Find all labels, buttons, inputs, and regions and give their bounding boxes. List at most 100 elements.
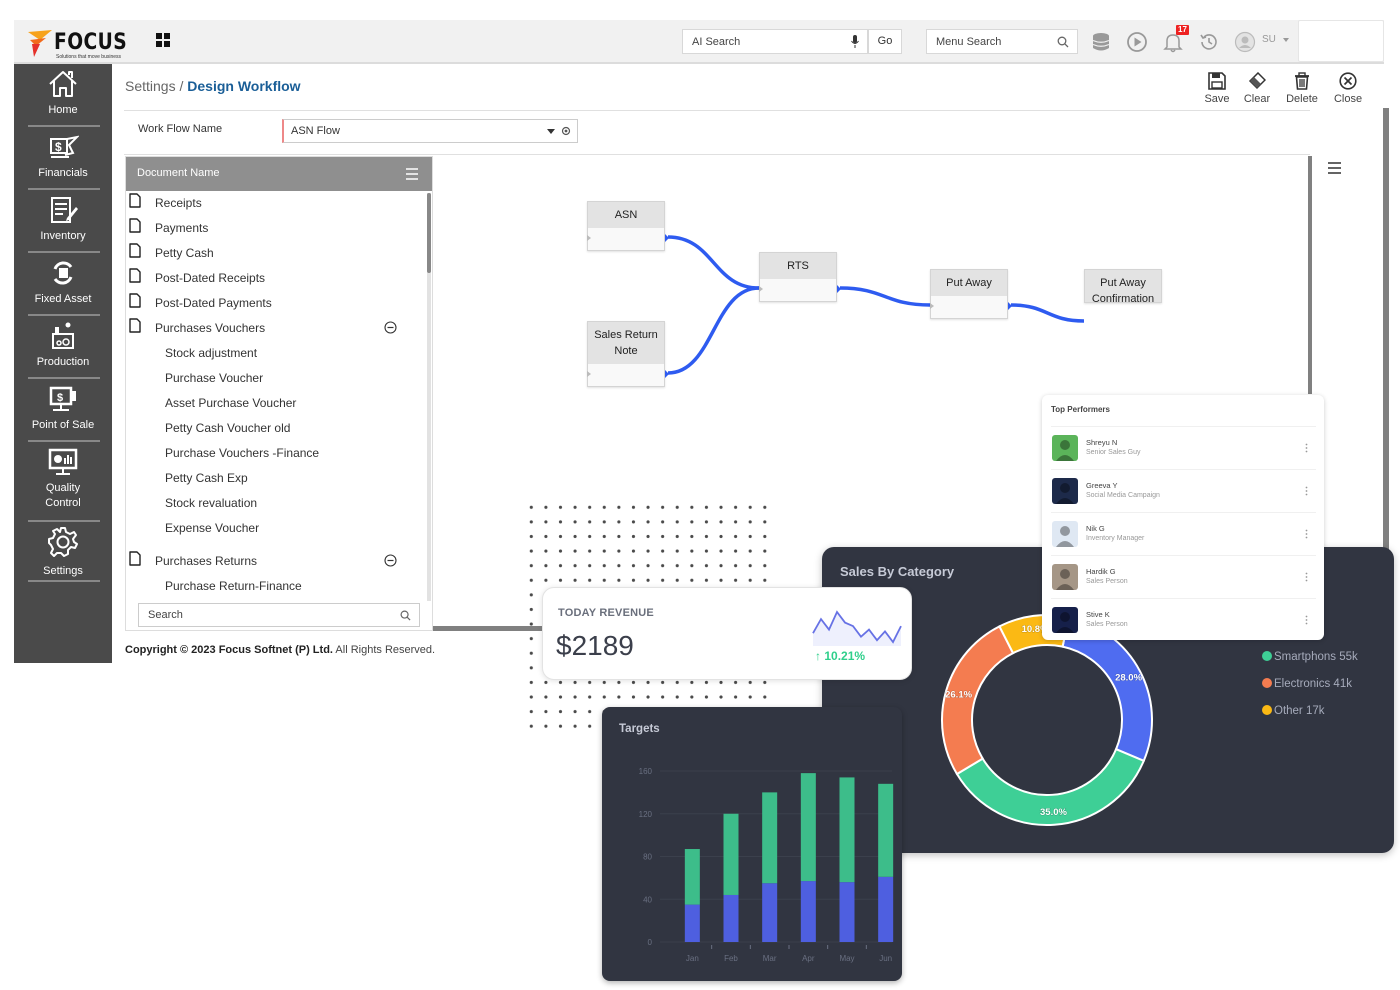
bar-mar-series-0[interactable] (762, 883, 778, 942)
input-port[interactable] (759, 286, 763, 292)
document-item[interactable]: Post-Dated Payments (126, 293, 416, 315)
output-port[interactable] (665, 234, 669, 242)
input-port[interactable] (930, 303, 934, 309)
close-button[interactable]: Close (1328, 72, 1368, 105)
canvas-vertical-scrollbar[interactable] (1308, 156, 1312, 394)
ai-search-input[interactable] (683, 30, 833, 53)
delete-button[interactable]: Delete (1282, 72, 1322, 105)
document-search-input[interactable] (139, 604, 379, 626)
workflow-edge-putaway-pac[interactable] (1010, 303, 1085, 323)
sidebar-item-point-of-sale[interactable]: $ Point of Sale (14, 379, 112, 442)
search-icon[interactable] (400, 610, 411, 621)
history-icon[interactable] (1198, 31, 1220, 53)
document-item[interactable]: Purchases Vouchers (126, 318, 416, 340)
output-port[interactable] (837, 285, 841, 293)
performer-row[interactable]: Hardik G Sales Person (1051, 555, 1316, 598)
bar-jun-series-1[interactable] (878, 783, 894, 877)
database-icon[interactable] (1090, 31, 1112, 53)
document-item[interactable]: Stock adjustment (126, 343, 416, 365)
document-item[interactable]: Petty Cash Exp (126, 468, 416, 490)
sidebar-item-inventory[interactable]: Inventory (14, 190, 112, 253)
workflow-edge-srn-rts[interactable] (667, 286, 760, 375)
save-button[interactable]: Save (1197, 72, 1237, 105)
workflow-node-putaway[interactable]: Put Away (930, 269, 1012, 319)
legend-item-smartphons[interactable]: Smartphons 55k (1262, 651, 1358, 663)
apps-grid-icon[interactable] (156, 33, 170, 47)
page-vertical-scrollbar[interactable] (1383, 108, 1389, 598)
bar-may-series-1[interactable] (839, 777, 855, 883)
performer-row[interactable]: Nik G Inventory Manager (1051, 512, 1316, 555)
workflow-edge-asn-rts[interactable] (667, 235, 760, 290)
document-item[interactable]: Petty Cash (126, 243, 416, 265)
performer-row[interactable]: Greeva Y Social Media Campaign (1051, 469, 1316, 512)
menu-search-input[interactable] (927, 30, 1077, 53)
focus-logo[interactable]: FOCUS Solutions that move business (26, 26, 127, 62)
document-item[interactable]: Payments (126, 218, 416, 240)
microphone-icon[interactable] (851, 35, 859, 49)
bar-feb-series-1[interactable] (723, 813, 739, 895)
ai-search-go-button[interactable]: Go (868, 29, 902, 54)
bar-mar-series-1[interactable] (762, 792, 778, 884)
chevron-down-icon[interactable] (547, 129, 555, 134)
user-avatar-icon[interactable] (1234, 31, 1256, 53)
bar-feb-series-0[interactable] (723, 894, 739, 942)
input-port[interactable] (587, 235, 591, 241)
breadcrumb-root[interactable]: Settings / (125, 78, 183, 94)
bar-jan-series-0[interactable] (684, 904, 700, 942)
legend-item-electronics[interactable]: Electronics 41k (1262, 678, 1352, 690)
more-options-icon[interactable] (1305, 529, 1308, 539)
document-item[interactable]: Purchases Returns (126, 551, 416, 573)
workflow-edge-rts-putaway[interactable] (839, 286, 931, 307)
ai-search-field[interactable] (682, 29, 868, 54)
bar-jan-series-1[interactable] (684, 849, 700, 905)
document-item[interactable]: Stock revaluation (126, 493, 416, 515)
performer-row[interactable]: Shreyu N Senior Sales Guy (1051, 426, 1316, 469)
more-options-icon[interactable] (1305, 615, 1308, 625)
play-circle-icon[interactable] (1126, 31, 1148, 53)
more-options-icon[interactable] (1305, 486, 1308, 496)
scrollbar-thumb[interactable] (427, 193, 431, 273)
document-search-field[interactable] (138, 603, 420, 627)
workflow-node-pac[interactable]: Put Away Confirmation (1084, 269, 1162, 303)
hamburger-menu-icon[interactable] (406, 168, 418, 180)
bar-may-series-0[interactable] (839, 882, 855, 942)
sidebar-item-financials[interactable]: $ Financials (14, 127, 112, 190)
collapse-icon[interactable] (384, 321, 397, 334)
output-port[interactable] (665, 370, 669, 378)
legend-item-other[interactable]: Other 17k (1262, 705, 1325, 717)
sidebar-item-quality-control[interactable]: Quality Control (14, 442, 112, 522)
bar-jun-series-0[interactable] (878, 876, 894, 942)
clear-button[interactable]: Clear (1237, 72, 1277, 105)
output-port[interactable] (1008, 302, 1012, 310)
workflow-node-srn[interactable]: Sales Return Note (587, 321, 669, 387)
bar-apr-series-0[interactable] (800, 881, 816, 942)
menu-search-field[interactable] (926, 29, 1078, 54)
hamburger-menu-icon[interactable] (1328, 162, 1341, 174)
performer-row[interactable]: Stive K Sales Person (1051, 598, 1316, 641)
document-item[interactable]: Post-Dated Receipts (126, 268, 416, 290)
document-item[interactable]: Purchase Voucher (126, 368, 416, 390)
document-item[interactable]: Receipts (126, 193, 416, 215)
gear-icon[interactable] (561, 126, 571, 136)
document-item[interactable]: Expense Voucher (126, 518, 416, 540)
workflow-node-asn[interactable]: ASN (587, 201, 669, 251)
sidebar-item-fixed-asset[interactable]: Fixed Asset (14, 253, 112, 316)
sidebar-item-home[interactable]: Home (14, 64, 112, 127)
user-menu-caret-icon[interactable] (1283, 38, 1289, 42)
collapse-icon[interactable] (384, 554, 397, 567)
bar-apr-series-1[interactable] (800, 773, 816, 882)
more-options-icon[interactable] (1305, 572, 1308, 582)
sidebar-item-settings[interactable]: Settings (14, 522, 112, 582)
document-item[interactable]: Purchase Return-Finance (126, 576, 416, 598)
input-port[interactable] (587, 371, 591, 377)
workflow-name-select[interactable]: ASN Flow (282, 119, 578, 143)
document-item[interactable]: Purchase Vouchers -Finance (126, 443, 416, 465)
document-list-scrollbar[interactable] (427, 193, 431, 601)
document-item[interactable]: Asset Purchase Voucher (126, 393, 416, 415)
sidebar-item-production[interactable]: Production (14, 316, 112, 379)
search-icon[interactable] (1057, 36, 1069, 48)
workflow-node-rts[interactable]: RTS (759, 252, 841, 302)
user-initials[interactable]: SU (1262, 34, 1276, 45)
document-item[interactable]: Petty Cash Voucher old (126, 418, 416, 440)
more-options-icon[interactable] (1305, 443, 1308, 453)
